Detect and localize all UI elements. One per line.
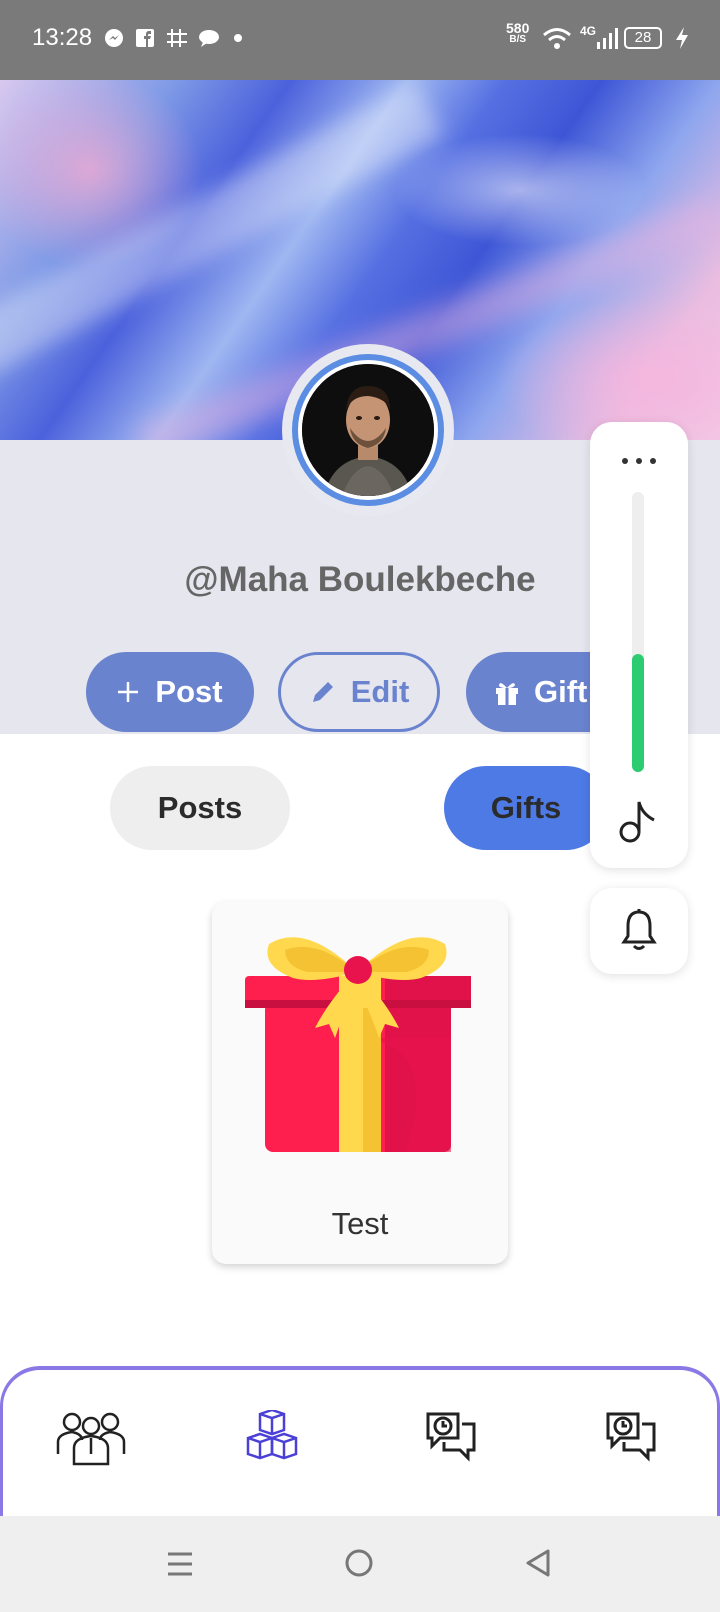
net-speed: 580 B/S — [506, 20, 530, 46]
edit-profile-label: Edit — [350, 674, 410, 709]
chat-clock-icon[interactable] — [604, 1410, 658, 1464]
people-group-icon[interactable] — [54, 1410, 128, 1466]
gift-name: Test — [331, 1206, 389, 1241]
music-note-icon[interactable] — [618, 798, 658, 844]
tab-gifts[interactable]: Gifts — [444, 766, 608, 850]
plus-icon — [118, 682, 139, 702]
tab-posts[interactable]: Posts — [110, 766, 290, 850]
status-time: 13:28 — [32, 24, 93, 51]
edit-profile-button[interactable]: Edit — [278, 652, 440, 732]
volume-panel — [590, 422, 688, 868]
avatar-portrait — [302, 364, 434, 496]
notification-panel[interactable] — [590, 888, 688, 974]
menu-icon[interactable] — [166, 1550, 194, 1578]
signal-icon — [597, 28, 618, 49]
add-post-button[interactable]: Post — [86, 652, 254, 732]
status-bar: 13:28 580 B/S 4G 28 — [0, 0, 720, 80]
system-navigation-bar — [0, 1516, 720, 1612]
volume-slider-fill — [632, 654, 644, 772]
dot-icon — [234, 34, 242, 42]
avatar[interactable] — [302, 364, 434, 496]
send-gift-label: Gift — [534, 674, 588, 709]
more-options-icon[interactable] — [618, 456, 660, 466]
battery-level: 28 — [634, 29, 652, 46]
tab-posts-label: Posts — [157, 790, 243, 825]
net-speed-unit: B/S — [509, 34, 527, 45]
add-post-label: Post — [155, 674, 223, 709]
bell-icon — [621, 909, 657, 950]
gift-icon — [496, 683, 518, 705]
chat-clock-icon[interactable] — [424, 1410, 478, 1464]
grid-icon — [167, 29, 187, 47]
tab-gifts-label: Gifts — [490, 790, 562, 825]
net-speed-value: 580 — [506, 20, 530, 36]
facebook-icon — [136, 29, 154, 47]
gift-card[interactable]: Test — [212, 902, 508, 1264]
chat-bubble-icon — [199, 30, 219, 47]
cubes-icon[interactable] — [244, 1410, 300, 1466]
battery-indicator: 28 — [624, 27, 662, 49]
home-icon[interactable] — [344, 1548, 374, 1578]
back-icon[interactable] — [524, 1548, 552, 1578]
wifi-icon — [543, 28, 571, 49]
network-type: 4G — [580, 24, 597, 38]
gift-box-icon — [245, 937, 471, 1152]
charging-bolt-icon — [676, 27, 688, 49]
messenger-icon — [105, 29, 123, 47]
volume-slider-track[interactable] — [632, 492, 644, 772]
pencil-icon — [312, 682, 333, 702]
